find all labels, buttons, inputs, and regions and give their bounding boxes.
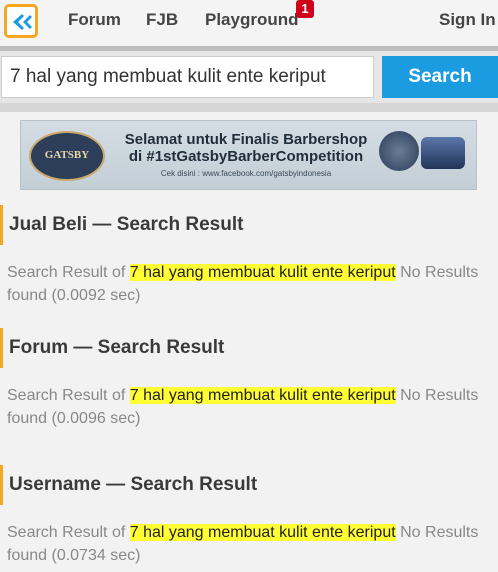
result-prefix: Search Result of (7, 264, 130, 281)
result-prefix: Search Result of (7, 387, 130, 404)
ad-title-line2: di #1stGatsbyBarberCompetition (128, 148, 364, 165)
notification-badge: 1 (296, 0, 314, 18)
ad-title-line1: Selamat untuk Finalis Barbershop (124, 131, 368, 148)
section-title-username: Username — Search Result (0, 465, 498, 505)
result-text-jual-beli: Search Result of 7 hal yang membuat kuli… (7, 261, 487, 307)
search-input[interactable] (1, 56, 374, 98)
result-prefix: Search Result of (7, 524, 130, 541)
ad-logo-text: GATSBY (44, 149, 90, 161)
search-button[interactable]: Search (382, 56, 498, 98)
nav-forum-link[interactable]: Forum (68, 10, 121, 30)
product-box-icon (421, 137, 465, 169)
kaskus-logo-icon[interactable] (4, 4, 38, 38)
result-text-forum: Search Result of 7 hal yang membuat kuli… (7, 384, 487, 430)
ad-area: GATSBY Selamat untuk Finalis Barbershop … (0, 112, 498, 193)
query-highlight: 7 hal yang membuat kulit ente keriput (129, 387, 396, 404)
divider-strip (0, 103, 498, 112)
query-highlight: 7 hal yang membuat kulit ente keriput (129, 264, 396, 281)
top-navigation: Forum FJB Playground 1 Sign In (0, 0, 498, 46)
section-title-forum: Forum — Search Result (0, 328, 498, 368)
result-text-username: Search Result of 7 hal yang membuat kuli… (7, 521, 487, 567)
nav-playground-link[interactable]: Playground (205, 10, 299, 30)
product-jar-icon (379, 131, 419, 171)
gatsby-logo-icon: GATSBY (29, 131, 105, 181)
section-title-jual-beli: Jual Beli — Search Result (0, 205, 498, 245)
query-highlight: 7 hal yang membuat kulit ente keriput (129, 524, 396, 541)
ad-banner[interactable]: GATSBY Selamat untuk Finalis Barbershop … (20, 120, 477, 190)
sign-in-link[interactable]: Sign In (439, 10, 496, 30)
ad-small-text: Cek disini : www.facebook.com/gatsbyindo… (160, 169, 332, 178)
nav-fjb-link[interactable]: FJB (146, 10, 178, 30)
ad-title: Selamat untuk Finalis Barbershop di #1st… (121, 131, 371, 165)
search-bar: Search (0, 51, 498, 103)
